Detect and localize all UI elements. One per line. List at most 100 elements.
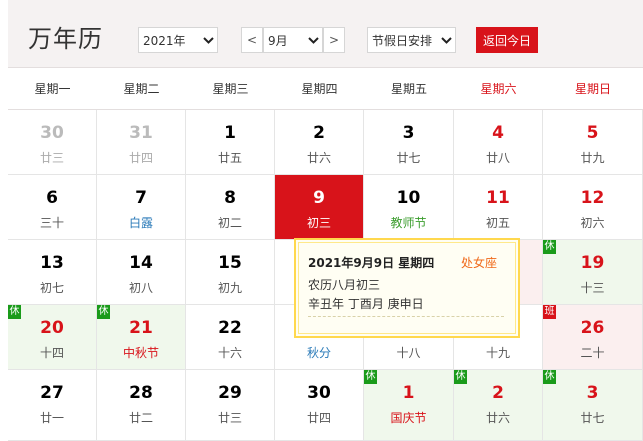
day-number: 9 (313, 188, 325, 208)
lunar-label: 三十 (39, 216, 64, 230)
weekday-label: 星期二 (123, 82, 160, 96)
lunar-label: 廿六 (485, 411, 510, 425)
lunar-label: 廿七 (396, 151, 421, 165)
day-number: 4 (492, 123, 504, 143)
lunar-label: 国庆节 (390, 411, 427, 425)
day-cell[interactable]: 11 初五 (454, 175, 543, 240)
day-number: 5 (586, 123, 599, 143)
day-number: 1 (402, 383, 415, 403)
rest-badge: 休 (543, 370, 556, 384)
day-cell[interactable]: 6 三十 (8, 175, 97, 240)
lunar-label: 廿四 (306, 411, 331, 425)
weekday-label: 星期四 (301, 82, 338, 96)
rest-badge: 休 (543, 240, 556, 254)
lunar-label: 廿五 (217, 151, 242, 165)
lunar-label: 十六 (217, 346, 242, 360)
day-cell[interactable]: 7 白露 (97, 175, 186, 240)
weekday-label: 星期日 (574, 82, 611, 96)
day-detail-popup: 2021年9月9日 星期四 处女座 农历八月初三 辛丑年 丁酉月 庚申日 (294, 238, 520, 338)
day-cell[interactable]: 休 21 中秋节 (97, 305, 186, 370)
popup-zodiac: 处女座 (461, 256, 498, 270)
day-number: 20 (40, 318, 64, 338)
day-cell[interactable]: 5 廿九 (543, 110, 643, 175)
day-number: 28 (129, 383, 153, 403)
day-cell[interactable]: 休 1 国庆节 (364, 370, 454, 441)
day-number: 3 (402, 123, 415, 143)
lunar-label: 廿九 (580, 151, 605, 165)
day-cell[interactable]: 休 20 十四 (8, 305, 97, 370)
day-cell[interactable]: 30 廿四 (275, 370, 364, 441)
day-cell[interactable]: 31 廿四 (97, 110, 186, 175)
year-select-value: 2021年 (143, 33, 186, 48)
lunar-label: 中秋节 (122, 346, 159, 360)
day-cell[interactable]: 29 廿三 (186, 370, 275, 441)
weekday-label: 星期六 (480, 82, 517, 96)
popup-ganzhi: 辛丑年 丁酉月 庚申日 (308, 297, 424, 311)
day-cell[interactable]: 2 廿六 (275, 110, 364, 175)
day-number: 26 (580, 318, 605, 338)
rest-badge: 休 (8, 305, 21, 319)
day-number: 29 (218, 383, 242, 403)
day-number: 12 (580, 188, 605, 208)
day-cell[interactable]: 休 19 十三 (543, 240, 643, 305)
day-cell[interactable]: 休 3 廿七 (543, 370, 643, 441)
day-number: 22 (218, 318, 242, 338)
day-cell[interactable]: 10 教师节 (364, 175, 454, 240)
lunar-label: 秋分 (306, 346, 331, 360)
holiday-select[interactable]: 节假日安排 (367, 27, 456, 53)
day-number: 2 (492, 383, 504, 403)
day-cell[interactable]: 30 廿三 (8, 110, 97, 175)
year-select[interactable]: 2021年 (138, 27, 218, 53)
day-cell[interactable]: 班 26 二十 (543, 305, 643, 370)
day-cell[interactable]: 14 初八 (97, 240, 186, 305)
day-cell[interactable]: 22 十六 (186, 305, 275, 370)
day-cell[interactable]: 休 2 廿六 (454, 370, 543, 441)
prev-month-button[interactable]: < (241, 27, 263, 53)
day-number: 10 (396, 188, 421, 208)
rest-badge: 休 (364, 370, 377, 384)
day-number: 15 (218, 253, 242, 273)
day-cell[interactable]: 8 初二 (186, 175, 275, 240)
lunar-label: 初六 (580, 216, 605, 230)
day-number: 7 (135, 188, 147, 208)
lunar-label: 十九 (485, 346, 510, 360)
day-cell[interactable]: 1 廿五 (186, 110, 275, 175)
lunar-label: 廿六 (306, 151, 331, 165)
day-number: 8 (224, 188, 236, 208)
app-title: 万年历 (28, 25, 103, 53)
rest-badge: 休 (97, 305, 110, 319)
day-number: 2 (313, 123, 325, 143)
lunar-label: 廿三 (39, 151, 64, 165)
next-month-button[interactable]: > (323, 27, 345, 53)
popup-date: 2021年9月9日 星期四 (308, 256, 435, 270)
rest-badge: 休 (454, 370, 467, 384)
day-cell[interactable]: 12 初六 (543, 175, 643, 240)
day-number: 19 (580, 253, 605, 273)
lunar-label: 廿四 (128, 151, 153, 165)
holiday-select-value: 节假日安排 (372, 33, 433, 48)
day-cell[interactable]: 9 初三 (275, 175, 364, 240)
day-cell[interactable]: 28 廿二 (97, 370, 186, 441)
popup-divider (308, 316, 504, 317)
day-cell[interactable]: 3 廿七 (364, 110, 454, 175)
lunar-label: 十四 (39, 346, 64, 360)
lunar-label: 廿七 (580, 411, 605, 425)
day-cell[interactable]: 27 廿一 (8, 370, 97, 441)
lunar-label: 初二 (217, 216, 242, 230)
day-cell[interactable]: 13 初七 (8, 240, 97, 305)
month-select[interactable]: 9月 (263, 27, 323, 53)
lunar-label: 初五 (485, 216, 510, 230)
day-number: 6 (46, 188, 58, 208)
day-number: 31 (129, 123, 153, 143)
day-cell[interactable]: 15 初九 (186, 240, 275, 305)
lunar-label: 初八 (128, 281, 153, 295)
lunar-label: 十八 (396, 346, 421, 360)
return-today-button[interactable]: 返回今日 (476, 27, 538, 53)
month-select-value: 9月 (268, 33, 288, 48)
lunar-label: 初七 (39, 281, 64, 295)
day-cell[interactable]: 4 廿八 (454, 110, 543, 175)
lunar-label: 初九 (217, 281, 242, 295)
chevron-down-icon (304, 28, 322, 52)
popup-lunar-date: 农历八月初三 (308, 278, 381, 292)
weekday-label: 星期五 (390, 82, 427, 96)
